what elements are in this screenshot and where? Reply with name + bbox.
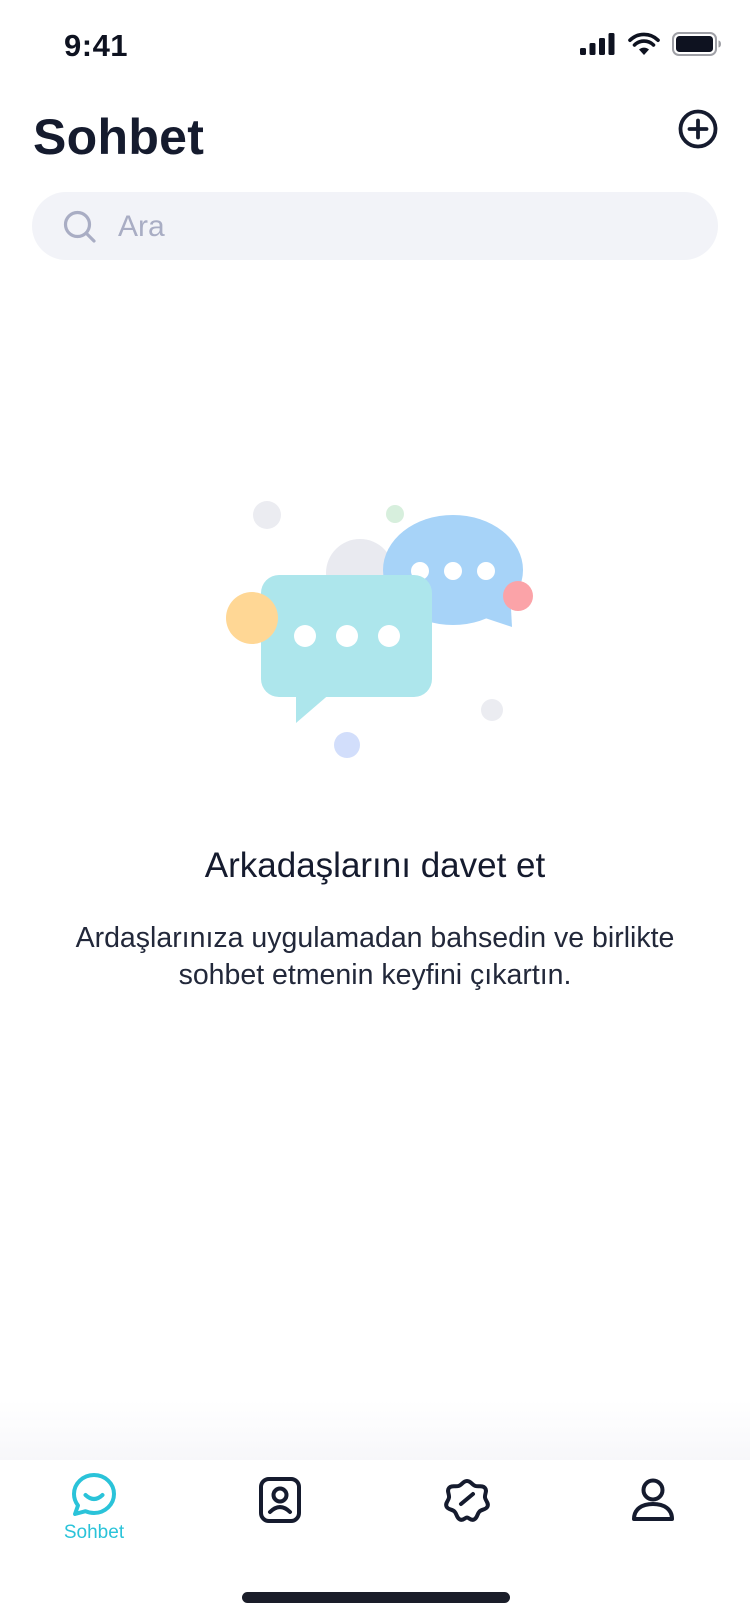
status-bar: 9:41 (0, 0, 750, 96)
new-chat-button[interactable] (678, 109, 718, 149)
battery-icon (672, 32, 721, 56)
plus-circle-icon (678, 109, 718, 149)
chat-smile-icon (72, 1473, 116, 1516)
deco-circle-yellow (226, 592, 278, 644)
deco-circle-blue (334, 732, 360, 758)
deco-circle-grey (253, 501, 281, 529)
status-time: 9:41 (64, 28, 129, 63)
tab-profile[interactable] (578, 1472, 728, 1562)
deco-circle-grey-small (481, 699, 503, 721)
search-bar[interactable] (32, 192, 718, 262)
empty-state-description: Ardaşlarınıza uygulamadan bahsedin ve bi… (75, 922, 675, 991)
cellular-signal-icon (580, 33, 615, 55)
tab-bar-shadow (0, 1400, 750, 1460)
deco-circle-green (386, 505, 404, 523)
search-icon (63, 210, 96, 243)
tab-discover[interactable] (392, 1472, 542, 1562)
tab-sohbet[interactable]: Sohbet (19, 1472, 169, 1562)
wifi-icon (628, 32, 660, 55)
page-title: Sohbet (33, 109, 205, 165)
tab-label: Sohbet (63, 1522, 125, 1543)
header: Sohbet (0, 96, 750, 186)
contact-book-icon (259, 1477, 301, 1523)
person-icon (632, 1478, 674, 1521)
deco-circle-red (503, 581, 533, 611)
badge-flower-icon (444, 1479, 490, 1522)
search-input[interactable] (116, 192, 680, 262)
status-icons (580, 32, 722, 56)
home-indicator (242, 1592, 510, 1603)
tab-contacts[interactable] (205, 1472, 355, 1562)
chat-bubbles-illustration (226, 501, 533, 758)
empty-state-title: Arkadaşlarını davet et (204, 846, 546, 885)
